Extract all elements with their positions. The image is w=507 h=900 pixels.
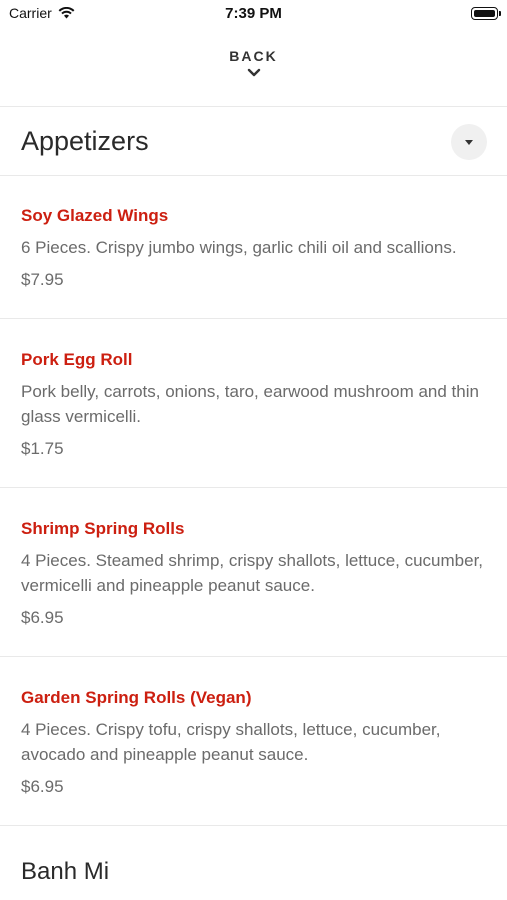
menu-item[interactable]: Garden Spring Rolls (Vegan) 4 Pieces. Cr… <box>0 657 507 825</box>
battery-icon <box>471 7 501 20</box>
item-description: Pork belly, carrots, onions, taro, earwo… <box>21 382 479 426</box>
item-price: $6.95 <box>21 608 64 627</box>
item-description: 6 Pieces. Crispy jumbo wings, garlic chi… <box>21 238 457 257</box>
item-name: Soy Glazed Wings <box>21 206 169 225</box>
item-price: $7.95 <box>21 270 64 289</box>
status-bar: Carrier 7:39 PM <box>0 0 507 28</box>
menu-item[interactable]: Soy Glazed Wings 6 Pieces. Crispy jumbo … <box>0 176 507 318</box>
item-name: Garden Spring Rolls (Vegan) <box>21 688 252 707</box>
item-price: $1.75 <box>21 439 64 458</box>
item-price: $6.95 <box>21 777 64 796</box>
clock: 7:39 PM <box>225 5 282 22</box>
menu-item[interactable]: Shrimp Spring Rolls 4 Pieces. Steamed sh… <box>0 488 507 656</box>
caret-down-icon <box>465 139 473 145</box>
section-title: Appetizers <box>21 126 149 156</box>
divider <box>0 106 507 107</box>
back-label: BACK <box>229 48 278 64</box>
item-name: Pork Egg Roll <box>21 350 133 369</box>
item-name: Shrimp Spring Rolls <box>21 519 185 538</box>
back-button[interactable]: BACK <box>0 48 507 93</box>
chevron-down-icon <box>247 68 260 77</box>
section-collapse-button[interactable] <box>451 124 487 160</box>
section-title-banh-mi[interactable]: Banh Mi <box>21 858 109 886</box>
menu-item[interactable]: Pork Egg Roll Pork belly, carrots, onion… <box>0 319 507 487</box>
divider <box>0 825 507 826</box>
section-header-appetizers: Appetizers <box>0 108 507 176</box>
item-description: 4 Pieces. Steamed shrimp, crispy shallot… <box>21 551 484 595</box>
item-description: 4 Pieces. Crispy tofu, crispy shallots, … <box>21 720 441 764</box>
